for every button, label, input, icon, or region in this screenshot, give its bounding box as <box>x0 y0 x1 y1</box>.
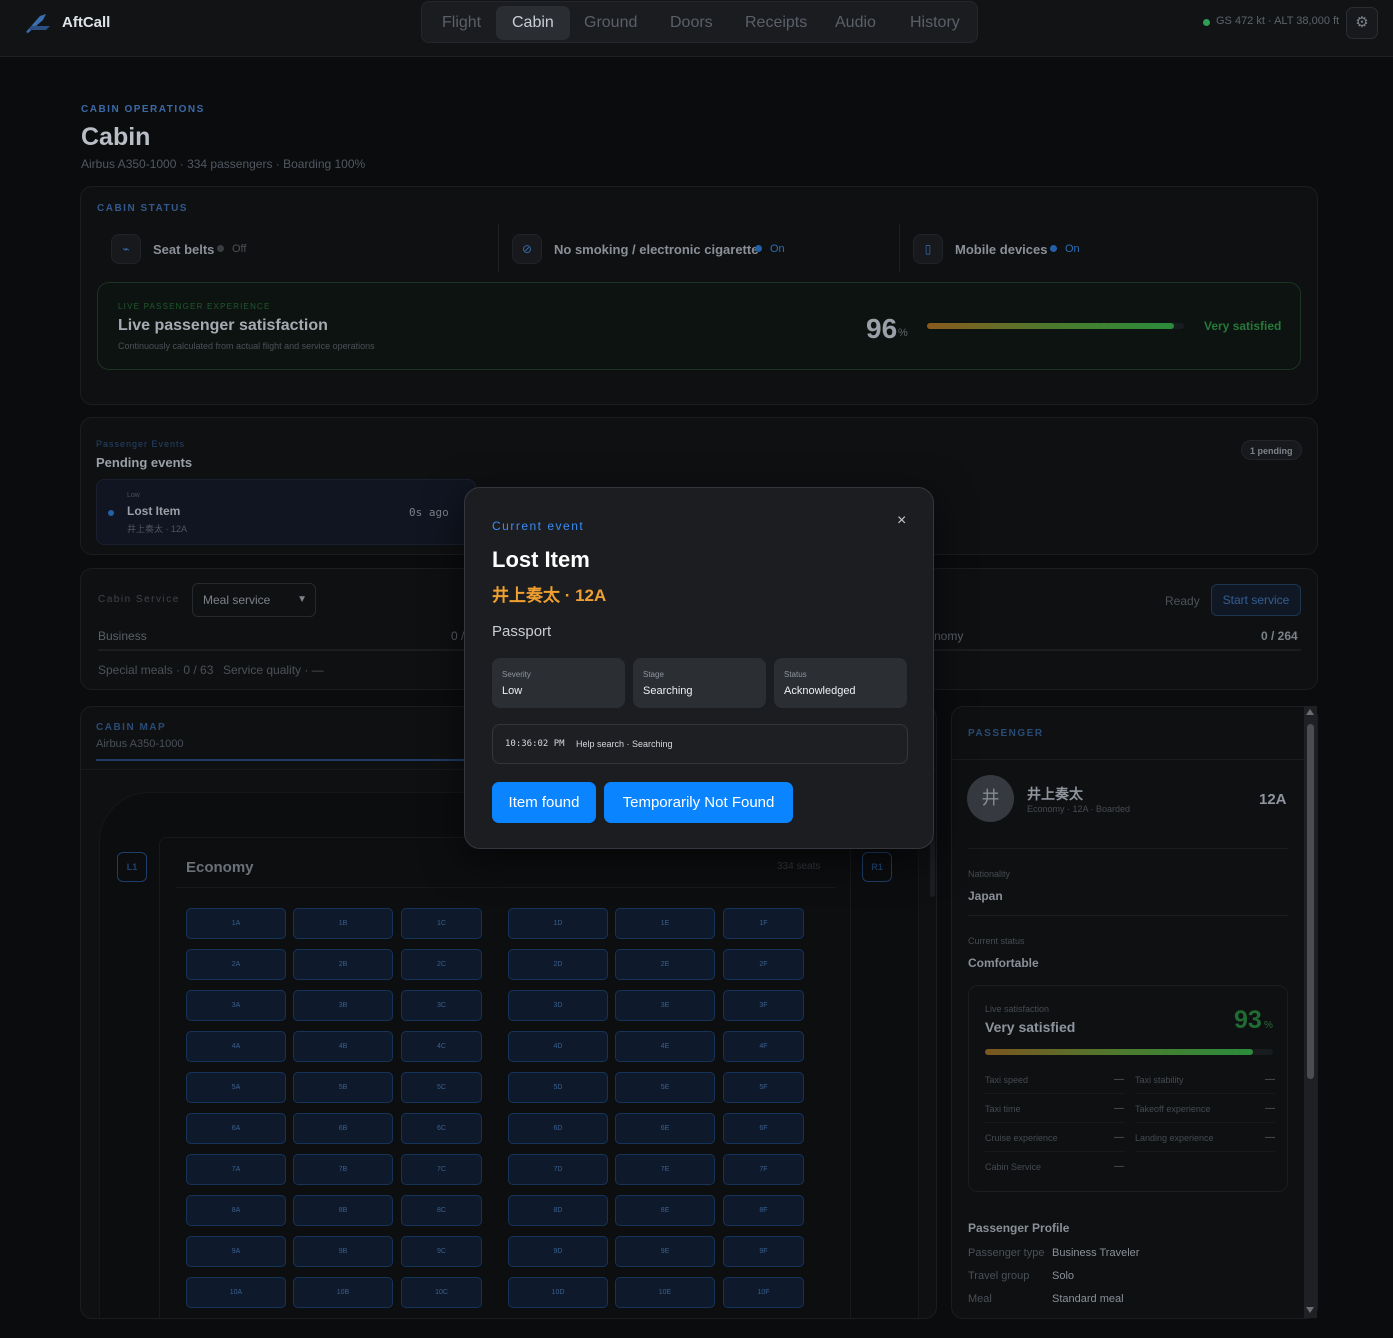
dialog-passenger: 井上奏太 · 12A <box>492 586 607 605</box>
lost-item-name: Passport <box>492 623 552 640</box>
temporarily-not-found-button[interactable]: Temporarily Not Found <box>604 782 793 823</box>
chip-value: Acknowledged <box>784 685 856 697</box>
chip-label: Stage <box>643 670 664 679</box>
log-message: Help search · Searching <box>576 739 673 749</box>
modal-overlay[interactable]: × Current event Lost Item 井上奏太 · 12A Pas… <box>0 0 1393 1338</box>
chip-label: Severity <box>502 670 531 679</box>
attribute-chip-stage: Stage Searching <box>633 658 766 708</box>
current-event-dialog: × Current event Lost Item 井上奏太 · 12A Pas… <box>464 487 934 849</box>
chip-label: Status <box>784 670 807 679</box>
item-found-button[interactable]: Item found <box>492 782 596 823</box>
log-time: 10:36:02 PM <box>505 739 565 749</box>
close-icon[interactable]: × <box>897 512 906 530</box>
chip-value: Searching <box>643 685 693 697</box>
chip-value: Low <box>502 685 523 697</box>
event-log-entry: 10:36:02 PM Help search · Searching <box>492 724 908 764</box>
dialog-eyebrow: Current event <box>492 519 585 533</box>
dialog-title: Lost Item <box>492 547 590 572</box>
attribute-chip-severity: Severity Low <box>492 658 625 708</box>
attribute-chip-status: Status Acknowledged <box>774 658 907 708</box>
